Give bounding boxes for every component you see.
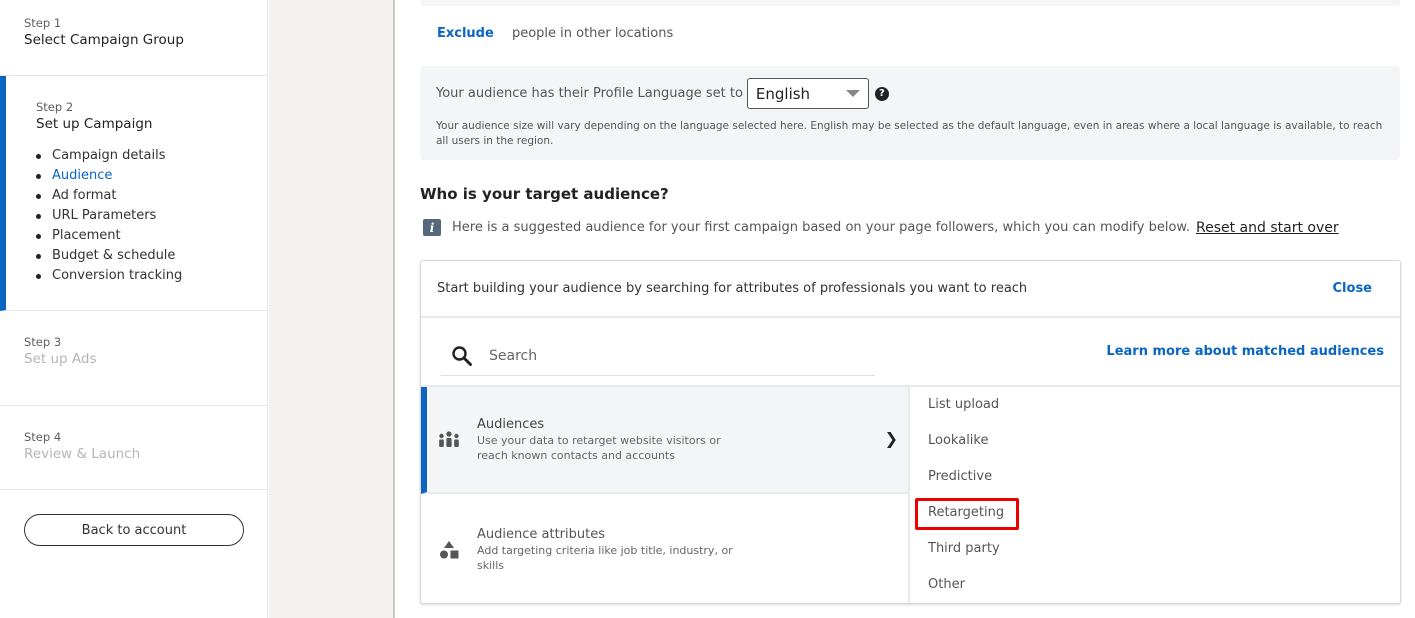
substep-campaign-details[interactable]: Campaign details — [36, 146, 268, 166]
info-icon: i — [423, 219, 441, 236]
substep-conversion-tracking[interactable]: Conversion tracking — [36, 266, 268, 286]
campaign-steps-sidebar: Step 1 Select Campaign Group Step 2 Set … — [0, 0, 268, 618]
reset-and-start-over-link[interactable]: Reset and start over — [1196, 220, 1339, 236]
step-2: Step 2 Set up Campaign Campaign details … — [0, 76, 268, 311]
search-icon — [451, 345, 473, 367]
category-list: Audiences Use your data to retarget webs… — [421, 387, 910, 603]
category-title: Audience attributes — [477, 526, 605, 542]
category-description: Use your data to retarget website visito… — [477, 433, 721, 462]
step-number: Step 2 — [36, 100, 74, 114]
language-selected-value: English — [755, 84, 811, 103]
exclude-locations-row: Exclude people in other locations — [437, 26, 673, 41]
audience-subtype-list: List upload Lookalike Predictive Retarge… — [912, 387, 1400, 603]
category-description: Add targeting criteria like job title, i… — [477, 543, 733, 572]
step-3: Step 3 Set up Ads — [0, 311, 268, 406]
substep-url-parameters[interactable]: URL Parameters — [36, 206, 268, 226]
target-audience-heading: Who is your target audience? — [420, 185, 669, 203]
language-note: Your audience size will vary depending o… — [436, 120, 1383, 147]
substep-budget-schedule[interactable]: Budget & schedule — [36, 246, 268, 266]
builder-search-row: Learn more about matched audiences — [421, 318, 1400, 387]
main-content: Exclude people in other locations Your a… — [397, 0, 1415, 618]
substep-ad-format[interactable]: Ad format — [36, 186, 268, 206]
info-text: Here is a suggested audience for your fi… — [452, 220, 1190, 235]
category-audience-attributes[interactable]: Audience attributes Add targeting criter… — [421, 494, 908, 603]
step-number: Step 3 — [24, 335, 62, 349]
subitem-lookalike[interactable]: Lookalike — [928, 433, 988, 448]
subitem-list-upload[interactable]: List upload — [928, 397, 999, 412]
step-number: Step 1 — [24, 16, 62, 30]
people-group-icon — [437, 430, 461, 449]
category-audiences[interactable]: Audiences Use your data to retarget webs… — [421, 387, 908, 494]
dropdown-caret-icon — [845, 90, 860, 97]
step-title: Set up Campaign — [36, 116, 153, 132]
category-text: Audience attributes Add targeting criter… — [477, 527, 737, 573]
audience-builder-panel: Start building your audience by searchin… — [420, 260, 1401, 604]
substep-audience[interactable]: Audience — [36, 166, 268, 186]
step-title: Review & Launch — [24, 446, 141, 462]
subitem-third-party[interactable]: Third party — [928, 541, 1000, 556]
step-1[interactable]: Step 1 Select Campaign Group — [0, 0, 268, 76]
previous-section-edge — [420, 0, 1400, 6]
category-title: Audiences — [477, 416, 545, 432]
back-to-account-button[interactable]: Back to account — [24, 514, 244, 546]
search-input[interactable] — [489, 347, 849, 364]
step-title: Set up Ads — [24, 351, 97, 367]
gutter — [269, 0, 395, 618]
close-button[interactable]: Close — [1333, 281, 1372, 296]
step-4: Step 4 Review & Launch — [0, 406, 268, 490]
profile-language-label: Your audience has their Profile Language… — [436, 86, 743, 101]
help-icon[interactable]: ? — [874, 86, 889, 101]
chevron-right-icon: ❯ — [884, 429, 898, 448]
profile-language-panel: Your audience has their Profile Language… — [420, 66, 1400, 160]
step-title: Select Campaign Group — [24, 32, 184, 48]
builder-header: Start building your audience by searchin… — [421, 261, 1400, 318]
search-field[interactable] — [441, 336, 875, 376]
learn-more-matched-audiences-link[interactable]: Learn more about matched audiences — [1106, 344, 1384, 359]
exclude-link[interactable]: Exclude — [437, 26, 494, 41]
subitem-predictive[interactable]: Predictive — [928, 469, 992, 484]
language-select[interactable]: English — [746, 78, 869, 109]
suggested-audience-info: i Here is a suggested audience for your … — [423, 219, 1339, 236]
substep-list: Campaign details Audience Ad format URL … — [36, 146, 268, 286]
builder-intro: Start building your audience by searchin… — [437, 281, 1028, 296]
exclude-description: people in other locations — [511, 26, 674, 41]
category-text: Audiences Use your data to retarget webs… — [477, 417, 737, 463]
profile-language-row: Your audience has their Profile Language… — [436, 78, 889, 109]
substep-placement[interactable]: Placement — [36, 226, 268, 246]
subitem-other[interactable]: Other — [928, 577, 965, 592]
step-number: Step 4 — [24, 430, 62, 444]
shapes-icon — [437, 540, 461, 560]
subitem-retargeting[interactable]: Retargeting — [928, 505, 1004, 520]
